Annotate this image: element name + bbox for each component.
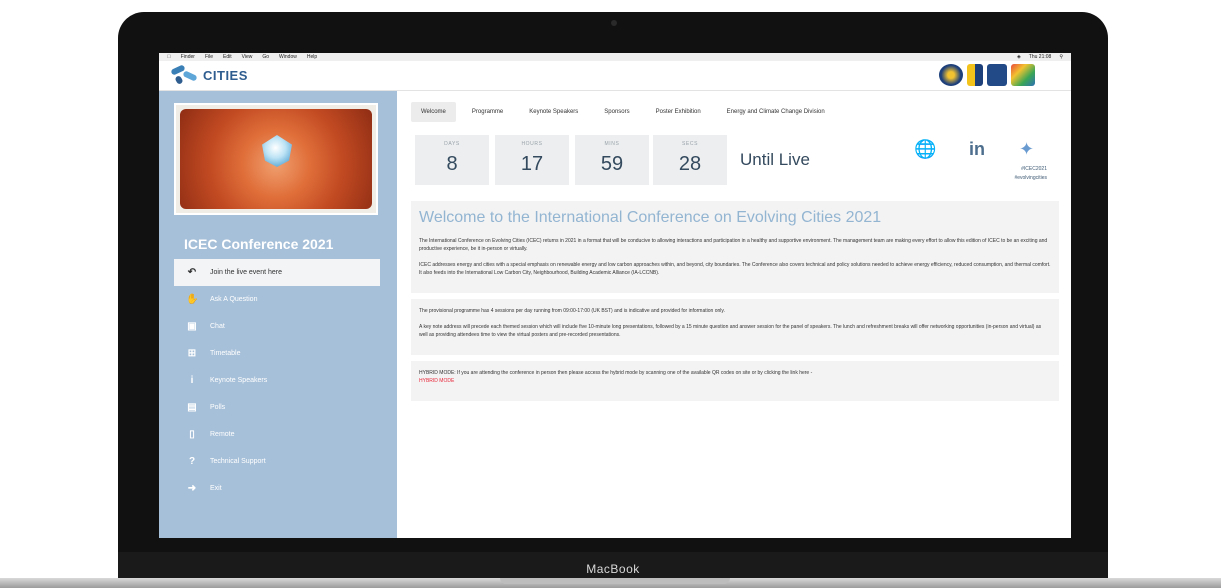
laptop-notch xyxy=(500,578,730,584)
hours-value: 17 xyxy=(520,153,544,175)
apple-icon[interactable]:  xyxy=(167,54,171,60)
menu-view[interactable]: View xyxy=(242,54,253,60)
countdown-mins: MINS 59 xyxy=(575,135,649,185)
welcome-panel: Welcome to the International Conference … xyxy=(411,201,1059,293)
sidebar-item-timetable[interactable]: ⊞ Timetable xyxy=(174,340,380,367)
secs-value: 28 xyxy=(678,153,702,175)
hybrid-panel: HYBRID MODE: If you are attending the co… xyxy=(411,361,1059,401)
menu-finder[interactable]: Finder xyxy=(181,54,195,60)
partner-logo-2 xyxy=(967,64,983,86)
hybrid-text: HYBRID MODE: If you are attending the co… xyxy=(419,369,1051,385)
sidebar-item-exit[interactable]: ➜ Exit xyxy=(174,475,380,502)
device-brand: MacBook xyxy=(586,562,640,576)
welcome-paragraph-1: The International Conference on Evolving… xyxy=(419,238,1048,252)
sidebar-item-chat[interactable]: ▣ Chat xyxy=(174,313,380,340)
wifi-icon[interactable]: ◈ xyxy=(1017,54,1021,60)
countdown-secs: SECS 28 xyxy=(653,135,727,185)
logo-mark-icon xyxy=(170,64,199,85)
hours-label: HOURS xyxy=(521,141,543,147)
info-icon: i xyxy=(190,375,194,386)
tab-sponsors[interactable]: Sponsors xyxy=(594,102,639,122)
logo-text: CITIES xyxy=(203,67,248,83)
site-header: CITIES xyxy=(159,61,1071,91)
hybrid-mode-link[interactable]: HYBRID MODE xyxy=(419,378,454,384)
secs-label: SECS xyxy=(681,141,699,147)
video-frame xyxy=(180,109,372,209)
partner-logo-3 xyxy=(987,64,1007,86)
tab-energy-climate[interactable]: Energy and Climate Change Division xyxy=(717,102,835,122)
sidebar-item-label: Technical Support xyxy=(210,458,266,465)
reply-icon: ↶ xyxy=(187,267,197,278)
welcome-paragraph-2: ICEC addresses energy and cities with a … xyxy=(419,262,1051,276)
partner-logo-1 xyxy=(939,64,963,86)
linkedin-icon[interactable]: in xyxy=(969,139,985,160)
until-live-text: Until Live xyxy=(740,150,810,169)
sidebar-item-label: Polls xyxy=(210,404,226,411)
menu-window[interactable]: Window xyxy=(279,54,297,60)
menu-help[interactable]: Help xyxy=(307,54,317,60)
mins-label: MINS xyxy=(604,141,620,147)
poll-icon: ▤ xyxy=(187,402,197,413)
sidebar-item-polls[interactable]: ▤ Polls xyxy=(174,394,380,421)
gem-image xyxy=(262,135,292,167)
evolving-cities-logo[interactable]: CITIES xyxy=(170,64,268,85)
tab-poster-exhibition[interactable]: Poster Exhibition xyxy=(646,102,711,122)
programme-panel: The provisional programme has 4 sessions… xyxy=(411,299,1059,355)
screen:  Finder File Edit View Go Window Help ◈… xyxy=(159,53,1071,538)
sidebar-item-technical-support[interactable]: ? Technical Support xyxy=(174,448,380,475)
table-icon: ⊞ xyxy=(187,348,197,359)
sidebar-item-label: Keynote Speakers xyxy=(210,377,268,384)
sidebar-title: ICEC Conference 2021 xyxy=(184,236,334,252)
menu-go[interactable]: Go xyxy=(262,54,269,60)
sidebar-item-join-live[interactable]: ↶ Join the live event here xyxy=(174,259,380,286)
camera xyxy=(611,20,617,26)
sidebar-item-ask-question[interactable]: ✋ Ask A Question xyxy=(174,286,380,313)
menubar-clock[interactable]: Thu 21:08 xyxy=(1029,54,1052,60)
programme-paragraph-1: The provisional programme has 4 sessions… xyxy=(419,308,725,314)
sidebar-item-label: Join the live event here xyxy=(210,269,282,276)
hashtags: #ICEC2021 #evolvingcities xyxy=(1014,165,1047,183)
menu-edit[interactable]: Edit xyxy=(223,54,232,60)
countdown: DAYS 8 HOURS 17 MINS 59 SECS 28 Until Li… xyxy=(411,135,1059,195)
partner-logos xyxy=(939,64,1035,86)
sidebar-item-remote[interactable]: ▯ Remote xyxy=(174,421,380,448)
hashtag-icec2021[interactable]: #ICEC2021 xyxy=(1014,165,1047,174)
globe-icon[interactable]: 🌐 xyxy=(914,139,936,160)
menu-file[interactable]: File xyxy=(205,54,213,60)
sidebar-item-label: Exit xyxy=(210,485,222,492)
chat-icon: ▣ xyxy=(187,321,197,332)
countdown-days: DAYS 8 xyxy=(415,135,489,185)
programme-paragraph-2: A key note address will precede each the… xyxy=(419,324,1042,338)
countdown-hours: HOURS 17 xyxy=(495,135,569,185)
mins-value: 59 xyxy=(600,153,624,175)
hashtag-evolvingcities[interactable]: #evolvingcities xyxy=(1014,174,1047,183)
sidebar: ICEC Conference 2021 ↶ Join the live eve… xyxy=(159,91,397,538)
sidebar-menu: ↶ Join the live event here ✋ Ask A Quest… xyxy=(174,259,380,502)
sidebar-item-label: Remote xyxy=(210,431,235,438)
exit-icon: ➜ xyxy=(187,483,197,494)
question-icon: ? xyxy=(188,456,196,467)
partner-logo-4 xyxy=(1011,64,1035,86)
remote-icon: ▯ xyxy=(189,429,195,440)
days-label: DAYS xyxy=(444,141,460,147)
sidebar-item-label: Chat xyxy=(210,323,225,330)
twitter-icon[interactable]: ✦ xyxy=(1019,139,1034,160)
sidebar-item-keynote-speakers[interactable]: i Keynote Speakers xyxy=(174,367,380,394)
main-content: Welcome Programme Keynote Speakers Spons… xyxy=(411,99,1059,401)
tab-bar: Welcome Programme Keynote Speakers Spons… xyxy=(411,99,1059,125)
live-video-player[interactable] xyxy=(174,103,378,215)
tab-programme[interactable]: Programme xyxy=(462,102,513,122)
sidebar-item-label: Ask A Question xyxy=(210,296,258,303)
tab-welcome[interactable]: Welcome xyxy=(411,102,456,122)
tab-keynote-speakers[interactable]: Keynote Speakers xyxy=(519,102,588,122)
welcome-title: Welcome to the International Conference … xyxy=(419,209,882,226)
hybrid-description: HYBRID MODE: If you are attending the co… xyxy=(419,370,813,376)
mac-menubar:  Finder File Edit View Go Window Help ◈… xyxy=(159,53,1071,61)
days-value: 8 xyxy=(446,153,458,175)
hand-icon: ✋ xyxy=(186,294,199,305)
sidebar-item-label: Timetable xyxy=(210,350,241,357)
search-icon[interactable]: ⚲ xyxy=(1059,54,1063,60)
